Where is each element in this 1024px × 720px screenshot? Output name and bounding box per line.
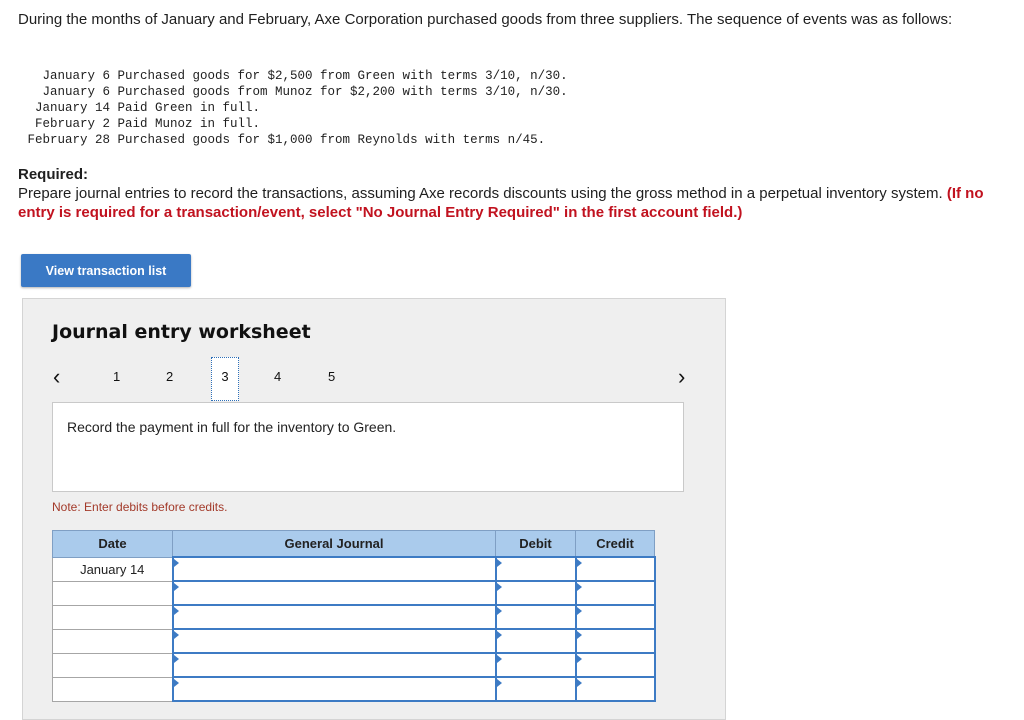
date-cell [52, 652, 173, 678]
event-row: January 6 Purchased goods for $2,500 fro… [18, 68, 568, 84]
date-cell [52, 580, 173, 606]
debit-input[interactable] [494, 580, 577, 606]
debit-input[interactable] [494, 628, 577, 654]
worksheet-title: Journal entry worksheet [52, 321, 311, 343]
general-journal-table: Date General Journal Debit Credit Januar… [52, 530, 656, 702]
event-date: January 6 [42, 69, 110, 83]
event-list: January 6 Purchased goods for $2,500 fro… [18, 68, 568, 148]
table-row: January 14 [52, 556, 656, 582]
dropdown-indicator-icon [173, 607, 179, 615]
credit-input[interactable] [574, 628, 656, 654]
page-3[interactable]: 3 [211, 357, 239, 401]
entry-note: Note: Enter debits before credits. [52, 500, 228, 514]
problem-intro: During the months of January and Februar… [18, 11, 953, 28]
worksheet-pager: ‹ 1 2 3 4 5 › [23, 357, 725, 403]
input-indicator-icon [576, 655, 582, 663]
event-date: February 28 [27, 133, 110, 147]
input-indicator-icon [576, 559, 582, 567]
account-select[interactable] [171, 652, 497, 678]
table-row [52, 628, 656, 654]
date-cell [52, 676, 173, 702]
required-heading: Required: [18, 166, 89, 183]
date-cell: January 14 [52, 556, 173, 582]
event-text: Purchased goods for $2,500 from Green wi… [117, 69, 568, 83]
date-cell [52, 604, 173, 630]
event-text: Paid Munoz in full. [117, 117, 261, 131]
event-row: January 6 Purchased goods from Munoz for… [18, 84, 568, 100]
header-credit: Credit [575, 530, 655, 558]
required-section: Required: Prepare journal entries to rec… [18, 165, 1008, 222]
input-indicator-icon [496, 679, 502, 687]
account-select[interactable] [171, 580, 497, 606]
event-date: February 2 [34, 117, 110, 131]
chevron-right-icon[interactable]: › [678, 364, 685, 390]
input-indicator-icon [496, 631, 502, 639]
page-1[interactable]: 1 [113, 369, 120, 384]
input-indicator-icon [496, 559, 502, 567]
dropdown-indicator-icon [173, 583, 179, 591]
event-text: Paid Green in full. [117, 101, 261, 115]
account-select[interactable] [171, 628, 497, 654]
event-date: January 14 [34, 101, 110, 115]
event-text: Purchased goods from Munoz for $2,200 wi… [117, 85, 568, 99]
required-body: Prepare journal entries to record the tr… [18, 185, 947, 202]
input-indicator-icon [576, 679, 582, 687]
event-text: Purchased goods for $1,000 from Reynolds… [117, 133, 546, 147]
credit-input[interactable] [574, 676, 656, 702]
input-indicator-icon [496, 655, 502, 663]
input-indicator-icon [576, 631, 582, 639]
transaction-description: Record the payment in full for the inven… [52, 402, 684, 492]
dropdown-indicator-icon [173, 559, 179, 567]
account-select[interactable] [171, 556, 497, 582]
header-general-journal: General Journal [172, 530, 496, 558]
table-row [52, 580, 656, 606]
input-indicator-icon [576, 607, 582, 615]
dropdown-indicator-icon [173, 679, 179, 687]
input-indicator-icon [576, 583, 582, 591]
debit-input[interactable] [494, 556, 577, 582]
journal-entry-worksheet: Journal entry worksheet ‹ 1 2 3 4 5 › Re… [22, 298, 726, 720]
input-indicator-icon [496, 607, 502, 615]
debit-input[interactable] [494, 676, 577, 702]
header-debit: Debit [495, 530, 576, 558]
view-transaction-list-button[interactable]: View transaction list [21, 254, 191, 287]
account-select[interactable] [171, 676, 497, 702]
debit-input[interactable] [494, 604, 577, 630]
page-2[interactable]: 2 [166, 369, 173, 384]
table-row [52, 676, 656, 702]
table-row [52, 652, 656, 678]
description-text: Record the payment in full for the inven… [67, 419, 397, 435]
account-select[interactable] [171, 604, 497, 630]
header-date: Date [52, 530, 173, 558]
page-4[interactable]: 4 [274, 369, 281, 384]
page-5[interactable]: 5 [328, 369, 335, 384]
table-row [52, 604, 656, 630]
event-row: February 2 Paid Munoz in full. [18, 116, 568, 132]
event-date: January 6 [42, 85, 110, 99]
event-row: January 14 Paid Green in full. [18, 100, 568, 116]
dropdown-indicator-icon [173, 655, 179, 663]
debit-input[interactable] [494, 652, 577, 678]
chevron-left-icon[interactable]: ‹ [53, 364, 60, 390]
input-indicator-icon [496, 583, 502, 591]
dropdown-indicator-icon [173, 631, 179, 639]
credit-input[interactable] [574, 556, 656, 582]
credit-input[interactable] [574, 604, 656, 630]
credit-input[interactable] [574, 652, 656, 678]
event-row: February 28 Purchased goods for $1,000 f… [18, 132, 568, 148]
credit-input[interactable] [574, 580, 656, 606]
date-cell [52, 628, 173, 654]
